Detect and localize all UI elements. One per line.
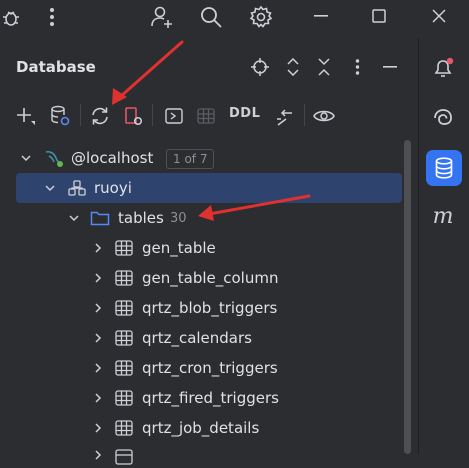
arrow-to-refresh — [118, 40, 184, 99]
annotation-arrows — [112, 40, 311, 221]
